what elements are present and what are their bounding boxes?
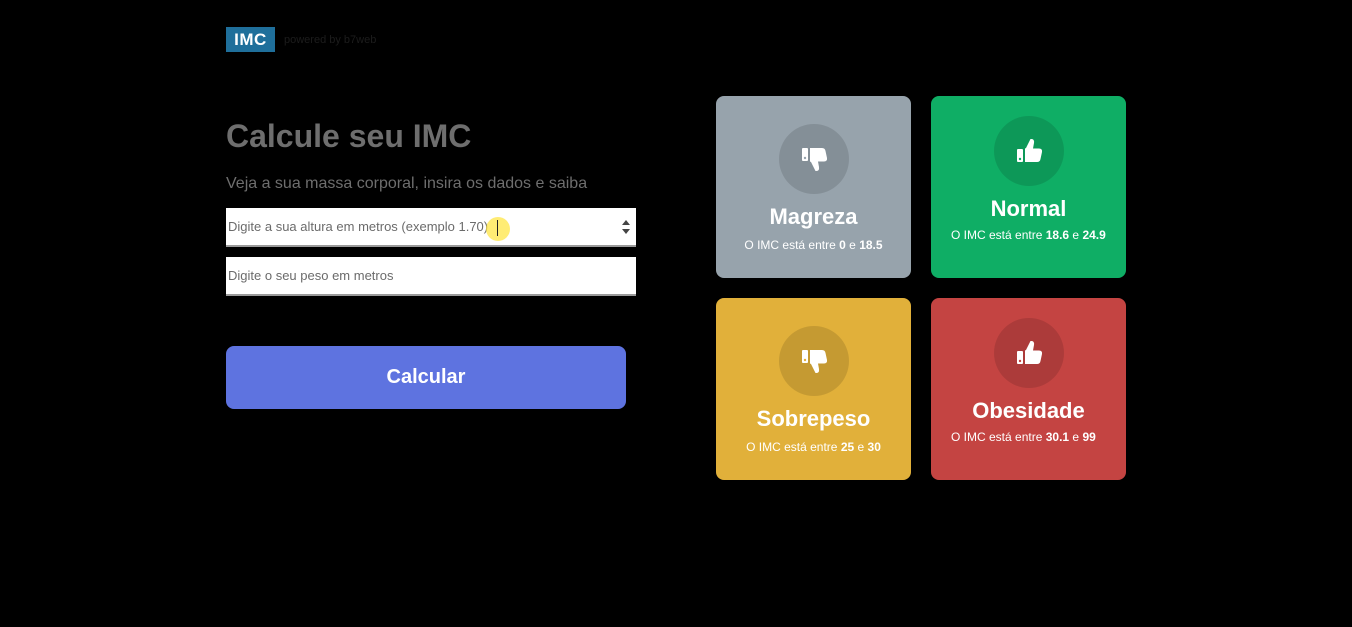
card-title: Normal	[990, 196, 1067, 221]
range-min: 30.1	[1045, 430, 1070, 444]
card-title: Sobrepeso	[756, 406, 871, 431]
range-max: 30	[867, 440, 881, 454]
range-min: 18.6	[1045, 228, 1070, 242]
card-title: Magreza	[769, 204, 858, 229]
card-icon-circle	[778, 124, 849, 194]
range-max: 24.9	[1082, 228, 1106, 242]
card-icon-circle	[778, 326, 849, 396]
card-icon-circle	[993, 116, 1064, 186]
thumbs-down-icon	[801, 148, 827, 171]
range-max: 99	[1082, 430, 1096, 444]
range-joiner: e	[1072, 430, 1080, 444]
thumbs-up-icon	[1016, 341, 1042, 364]
card-range: O IMC está entre 18.6 e 24.9	[951, 228, 1106, 243]
range-max: 18.5	[859, 238, 883, 252]
card-obesidade: Obesidade O IMC está entre 30.1 e 99	[931, 298, 1126, 480]
range-min: 25	[840, 440, 855, 454]
card-range: O IMC está entre 0 e 18.5	[736, 238, 891, 253]
card-range: O IMC está entre 30.1 e 99	[951, 430, 1106, 445]
logo: IMC	[226, 27, 275, 52]
calculator-form: Calcule seu IMC Veja a sua massa corpora…	[226, 112, 636, 409]
range-prefix: O IMC está entre	[744, 238, 836, 252]
number-spinner[interactable]	[622, 220, 630, 234]
card-magreza: Magreza O IMC está entre 0 e 18.5	[716, 96, 911, 278]
card-icon-circle	[993, 318, 1064, 388]
range-prefix: O IMC está entre	[951, 430, 1043, 444]
weight-input[interactable]	[226, 257, 636, 294]
range-prefix: O IMC está entre	[746, 440, 838, 454]
spinner-down-icon[interactable]	[622, 229, 630, 234]
range-min: 0	[839, 238, 846, 252]
page-title: Calcule seu IMC	[226, 118, 472, 154]
range-joiner: e	[1072, 228, 1080, 242]
height-field	[226, 208, 636, 247]
header: IMC powered by b7web	[226, 27, 376, 52]
range-prefix: O IMC está entre	[951, 228, 1043, 242]
spinner-up-icon[interactable]	[622, 220, 630, 225]
weight-field	[226, 257, 636, 296]
thumbs-down-icon	[801, 350, 827, 373]
card-sobrepeso: Sobrepeso O IMC está entre 25 e 30	[716, 298, 911, 480]
page-subtitle: Veja a sua massa corporal, insira os dad…	[226, 175, 588, 192]
card-title: Obesidade	[972, 398, 1085, 423]
range-joiner: e	[857, 440, 865, 454]
thumbs-up-icon	[1016, 139, 1042, 162]
range-joiner: e	[849, 238, 856, 252]
card-range: O IMC está entre 25 e 30	[736, 440, 891, 455]
calculate-button[interactable]: Calcular	[226, 346, 626, 409]
text-cursor-icon	[497, 220, 499, 236]
page: IMC powered by b7web Calcule seu IMC Vej…	[0, 0, 1352, 627]
powered-by-text: powered by b7web	[284, 33, 377, 46]
height-input[interactable]	[226, 208, 636, 245]
card-normal: Normal O IMC está entre 18.6 e 24.9	[931, 96, 1126, 278]
imc-categories-grid: Magreza O IMC está entre 0 e 18.5 Normal…	[716, 96, 1126, 480]
